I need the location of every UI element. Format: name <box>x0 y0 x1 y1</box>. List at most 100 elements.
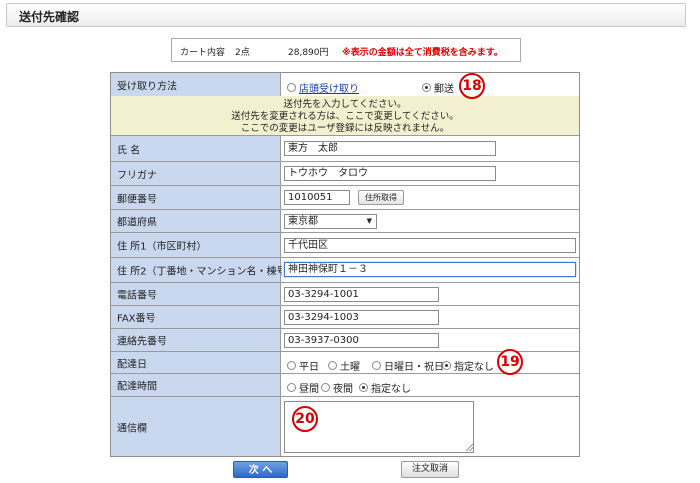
time-unspecified-label: 指定なし <box>371 384 411 395</box>
radio-night[interactable]: 夜間 <box>321 380 353 395</box>
cancel-order-button[interactable]: 注文取消 <box>401 461 459 478</box>
value-cell: 平日 土曜 日曜日・祝日 指定なし <box>282 352 579 373</box>
store-pickup-link[interactable]: 店頭受け取り <box>299 80 359 95</box>
label-cell: 配達時間 <box>111 374 281 396</box>
row-message: 通信欄 <box>111 397 579 456</box>
value-cell: 東京都 ▼ <box>282 210 579 232</box>
notice-line: 送付先を入力してください。 <box>283 99 407 110</box>
fax-label: FAX番号 <box>117 313 156 325</box>
value-cell: 03-3294-1003 <box>282 306 579 328</box>
radio-store-pickup[interactable]: 店頭受け取り <box>287 80 359 95</box>
address2-label: 住 所2（丁番地・マンション名・棟号） <box>117 266 297 278</box>
radio-sunday-holiday[interactable]: 日曜日・祝日 <box>372 358 444 373</box>
radio-day-unspecified[interactable]: 指定なし <box>442 358 494 373</box>
row-address1: 住 所1（市区町村） 千代田区 <box>111 233 579 258</box>
row-phone: 電話番号 03-3294-1001 <box>111 283 579 306</box>
label-cell: 氏 名 <box>111 136 281 161</box>
radio-selected-icon <box>442 361 451 370</box>
label-cell: 配達日 <box>111 352 281 373</box>
radio-saturday[interactable]: 土曜 <box>328 358 360 373</box>
radio-selected-icon <box>422 83 431 92</box>
daytime-label: 昼間 <box>299 384 319 395</box>
label-cell: 電話番号 <box>111 283 281 305</box>
label-cell: 住 所2（丁番地・マンション名・棟号） <box>111 258 297 282</box>
value-cell: 03-3294-1001 <box>282 283 579 305</box>
prefecture-label: 都道府県 <box>117 217 157 229</box>
label-cell: 連絡先番号 <box>111 329 281 351</box>
annotation-badge: 19 <box>497 349 523 375</box>
night-label: 夜間 <box>333 384 353 395</box>
address1-input[interactable]: 千代田区 <box>284 238 576 253</box>
address1-label: 住 所1（市区町村） <box>117 241 207 253</box>
saturday-label: 土曜 <box>340 362 360 373</box>
shipping-form: 受け取り方法 店頭受け取り 郵送 送付先を入力してください。 送付先を変更される… <box>110 72 580 457</box>
value-cell: 千代田区 <box>282 233 579 257</box>
cart-count: 2点 <box>235 48 250 58</box>
row-postal: 郵便番号 1010051 住所取得 <box>111 186 579 210</box>
day-unspecified-label: 指定なし <box>454 362 494 373</box>
postal-label: 郵便番号 <box>117 194 157 205</box>
furigana-input[interactable]: トウホウ タロウ <box>284 166 496 181</box>
value-cell: 店頭受け取り 郵送 <box>282 73 579 96</box>
row-delivery-time: 配達時間 昼間 夜間 指定なし <box>111 374 579 397</box>
cart-label: カート内容 <box>180 48 226 58</box>
radio-circle-icon <box>287 361 296 370</box>
value-cell: 神田神保町１－３ <box>282 258 579 282</box>
radio-daytime[interactable]: 昼間 <box>287 380 319 395</box>
name-label: 氏 名 <box>117 145 141 156</box>
row-name: 氏 名 東方 太郎 <box>111 136 579 162</box>
delivery-day-label: 配達日 <box>117 359 147 370</box>
page-title: 送付先確認 <box>19 10 80 24</box>
notice-box: 送付先を入力してください。 送付先を変更される方は、ここで変更してください。 こ… <box>111 96 579 136</box>
annotation-badge: 18 <box>459 73 485 99</box>
notice-line: ここでの変更はユーザ登録には反映されません。 <box>240 123 450 134</box>
phone-input[interactable]: 03-3294-1001 <box>284 287 439 302</box>
cart-amount: 28,890円 <box>288 48 329 58</box>
resize-grip-icon[interactable] <box>466 444 473 451</box>
receive-method-label: 受け取り方法 <box>117 81 177 92</box>
address2-input[interactable]: 神田神保町１－３ <box>284 262 576 277</box>
prefecture-value: 東京都 <box>288 216 318 227</box>
radio-circle-icon <box>287 83 296 92</box>
page-header: 送付先確認 <box>6 3 686 27</box>
sunday-holiday-label: 日曜日・祝日 <box>384 362 444 373</box>
next-button[interactable]: 次 へ <box>233 461 288 478</box>
prefecture-select[interactable]: 東京都 ▼ <box>284 214 377 229</box>
notice-line: 送付先を変更される方は、ここで変更してください。 <box>231 111 459 122</box>
delivery-time-label: 配達時間 <box>117 381 157 393</box>
fax-input[interactable]: 03-3294-1003 <box>284 310 439 325</box>
furigana-label: フリガナ <box>117 170 157 181</box>
radio-circle-icon <box>321 383 330 392</box>
cart-summary: カート内容 2点 28,890円 ※表示の金額は全て消費税を含みます。 <box>171 38 521 62</box>
dropdown-arrow-icon: ▼ <box>366 217 372 225</box>
tax-note: ※表示の金額は全て消費税を含みます。 <box>342 48 503 58</box>
annotation-badge: 20 <box>292 406 318 432</box>
row-receive-method: 受け取り方法 店頭受け取り 郵送 <box>111 73 579 97</box>
label-cell: 都道府県 <box>111 210 281 232</box>
postal-input[interactable]: 1010051 <box>284 190 350 205</box>
radio-weekday[interactable]: 平日 <box>287 358 319 373</box>
radio-time-unspecified[interactable]: 指定なし <box>359 380 411 395</box>
row-address2: 住 所2（丁番地・マンション名・棟号） 神田神保町１－３ <box>111 258 579 283</box>
value-cell: 東方 太郎 <box>282 136 579 161</box>
value-cell: 1010051 住所取得 <box>282 186 579 209</box>
radio-mail[interactable]: 郵送 <box>422 80 454 95</box>
radio-circle-icon <box>328 361 337 370</box>
mail-option-label: 郵送 <box>434 84 454 95</box>
message-label: 通信欄 <box>117 423 147 434</box>
weekday-label: 平日 <box>299 362 319 373</box>
phone-label: 電話番号 <box>117 290 157 302</box>
contact-label: 連絡先番号 <box>117 336 167 348</box>
row-furigana: フリガナ トウホウ タロウ <box>111 162 579 186</box>
label-cell: 受け取り方法 <box>111 73 281 96</box>
radio-selected-icon <box>359 383 368 392</box>
label-cell: フリガナ <box>111 162 281 185</box>
value-cell: 昼間 夜間 指定なし <box>282 374 579 396</box>
address-lookup-button[interactable]: 住所取得 <box>358 190 404 205</box>
label-cell: 住 所1（市区町村） <box>111 233 281 257</box>
contact-input[interactable]: 03-3937-0300 <box>284 333 439 348</box>
value-cell <box>282 397 579 456</box>
label-cell: 郵便番号 <box>111 186 281 209</box>
name-input[interactable]: 東方 太郎 <box>284 141 496 156</box>
radio-circle-icon <box>287 383 296 392</box>
